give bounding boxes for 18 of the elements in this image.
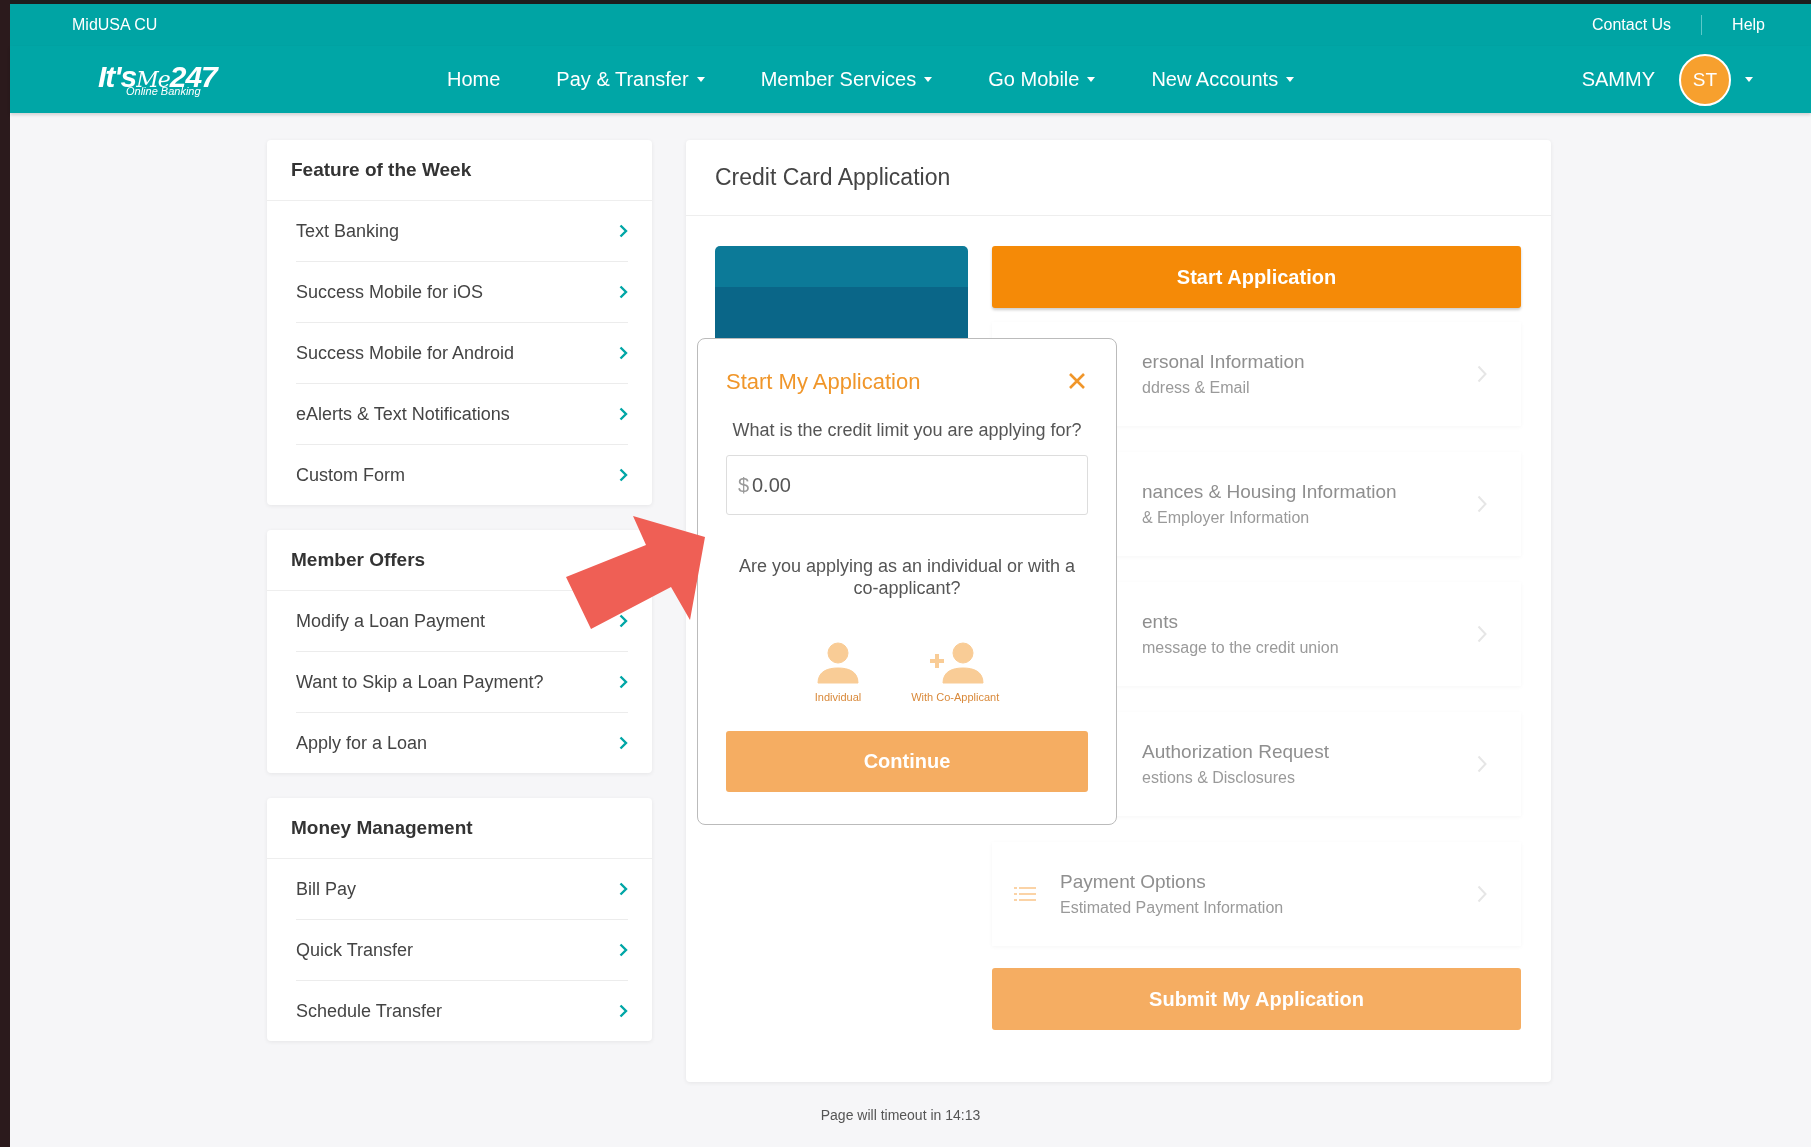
dialog-title: Start My Application [726, 369, 921, 395]
step-title: Authorization Request [1142, 741, 1330, 763]
step-title: nances & Housing Information [1142, 481, 1398, 503]
card-title: Credit Card Application [715, 164, 951, 191]
currency-symbol: $ [738, 473, 750, 497]
credit-union-name: MidUSA CU [72, 16, 158, 34]
user-name: SAMMY [1581, 68, 1655, 91]
panel-title: Feature of the Week [267, 140, 652, 201]
timeout-notice: Page will timeout in 14:13 [820, 1107, 981, 1125]
step-title: ersonal Information [1142, 351, 1306, 373]
step-subtitle: ddress & Email [1142, 379, 1251, 397]
step-subtitle: Estimated Payment Information [1060, 899, 1285, 917]
step-subtitle: & Employer Information [1142, 509, 1311, 527]
step-title: ents [1142, 611, 1179, 633]
panel-title: Money Management [267, 798, 652, 859]
step-subtitle: estions & Disclosures [1142, 769, 1296, 787]
step-title: Payment Options [1060, 871, 1207, 893]
step-subtitle: message to the credit union [1142, 639, 1340, 657]
